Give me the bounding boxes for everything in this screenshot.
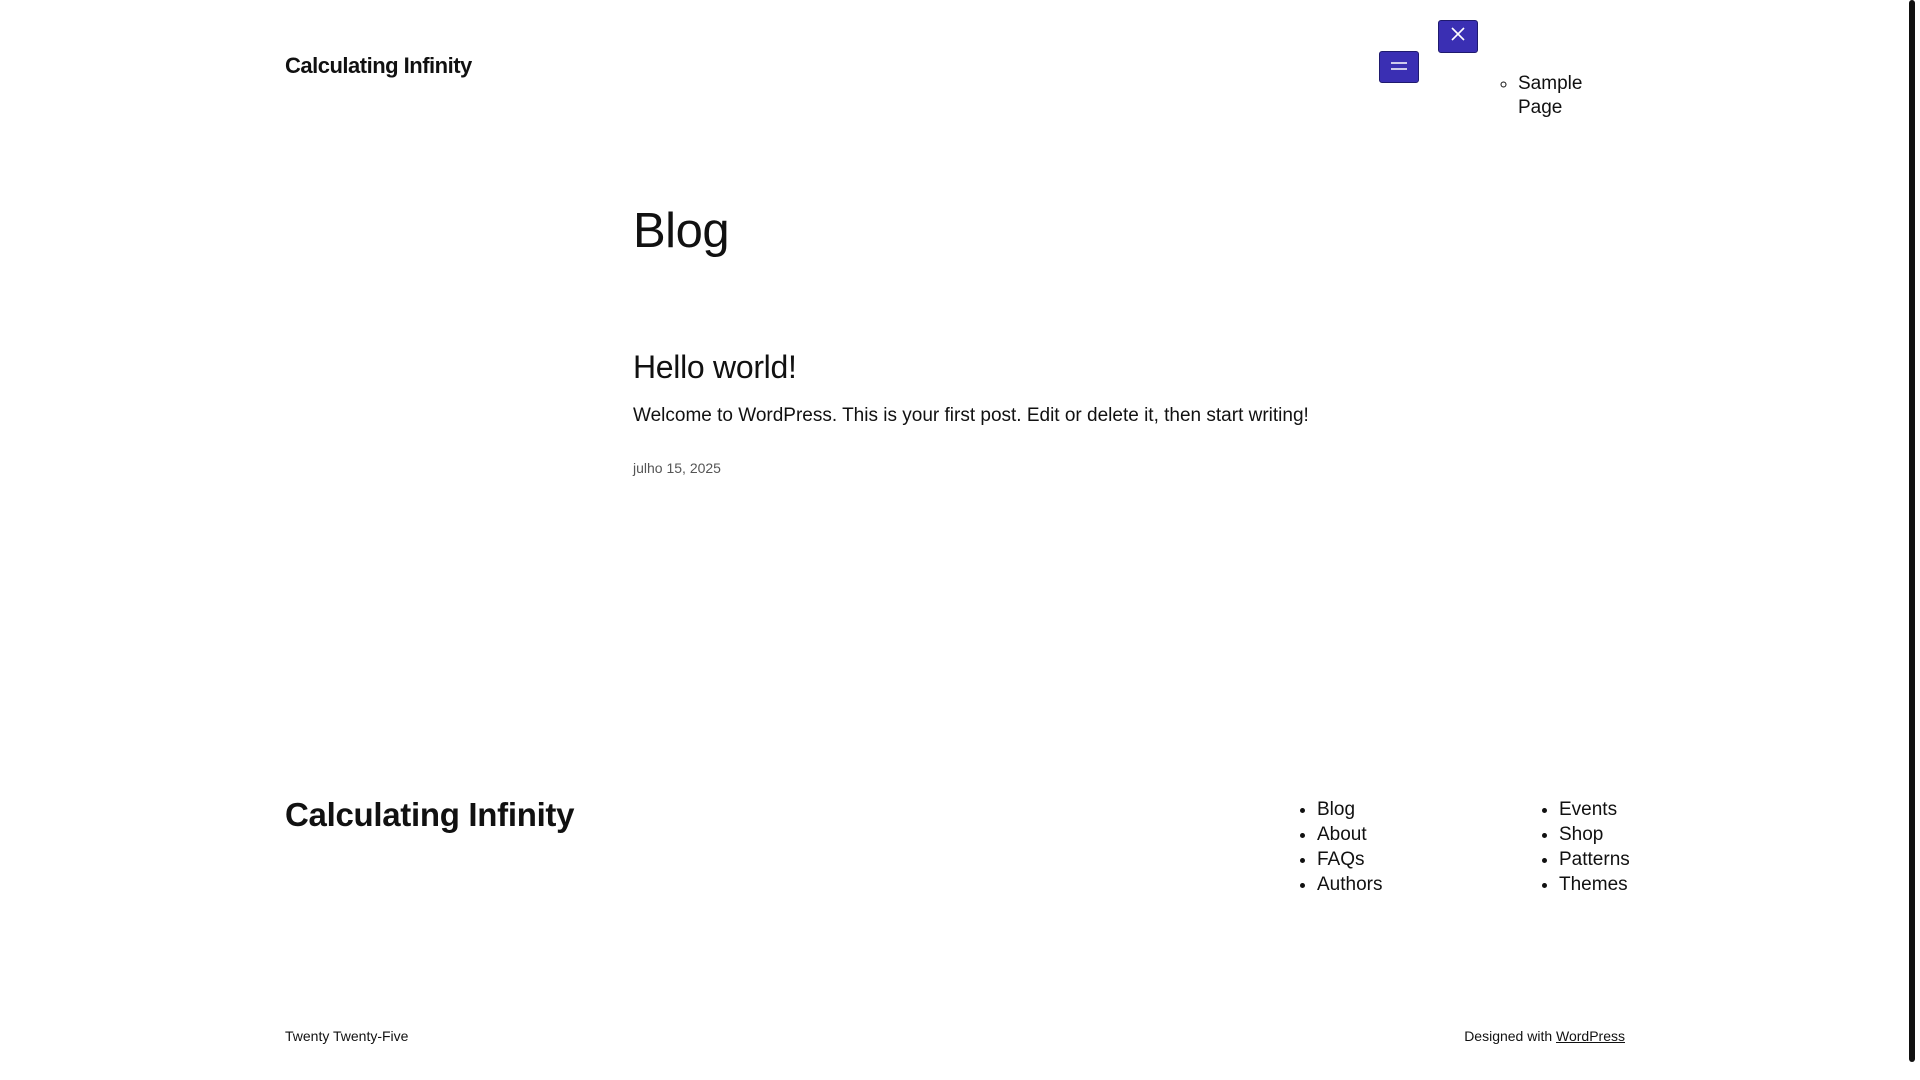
nav-link-sample-page[interactable]: Sample Page [1518, 73, 1582, 118]
hamburger-icon [1390, 58, 1408, 76]
footer-link-events[interactable]: Events [1559, 799, 1617, 820]
post-date[interactable]: julho 15, 2025 [633, 459, 721, 477]
footer-nav-item[interactable]: Authors [1317, 872, 1382, 897]
footer-nav-column-1: Blog About FAQs Authors [1298, 797, 1382, 897]
footer-nav-item[interactable]: Shop [1559, 822, 1630, 847]
scrollbar-thumb[interactable] [1909, 0, 1915, 1062]
post-title[interactable]: Hello world! [633, 348, 797, 386]
post-excerpt: Welcome to WordPress. This is your first… [633, 405, 1309, 426]
header-navigation: Sample Page [1500, 72, 1626, 120]
close-icon [1450, 26, 1466, 47]
vertical-scrollbar[interactable] [1904, 0, 1920, 1080]
footer-credit: Designed with WordPress [1464, 1027, 1625, 1045]
footer-nav-item[interactable]: About [1317, 822, 1382, 847]
footer-link-blog[interactable]: Blog [1317, 799, 1355, 820]
footer-nav-item[interactable]: Themes [1559, 872, 1630, 897]
footer-theme-name: Twenty Twenty-Five [285, 1028, 409, 1044]
footer-link-themes[interactable]: Themes [1559, 874, 1628, 895]
menu-open-button[interactable] [1379, 51, 1419, 83]
footer-credit-link[interactable]: WordPress [1556, 1028, 1625, 1044]
footer-nav-item[interactable]: Events [1559, 797, 1630, 822]
footer-link-shop[interactable]: Shop [1559, 824, 1603, 845]
footer-credit-prefix: Designed with [1464, 1028, 1553, 1044]
site-title[interactable]: Calculating Infinity [285, 53, 472, 79]
footer-link-patterns[interactable]: Patterns [1559, 849, 1630, 870]
page-title: Blog [633, 204, 730, 258]
header-nav-list: Sample Page [1500, 72, 1626, 120]
footer-nav-item[interactable]: Patterns [1559, 847, 1630, 872]
footer-link-about[interactable]: About [1317, 824, 1367, 845]
footer-nav-item[interactable]: Blog [1317, 797, 1382, 822]
footer-nav-item[interactable]: FAQs [1317, 847, 1382, 872]
footer-nav-column-2: Events Shop Patterns Themes [1540, 797, 1630, 897]
menu-close-button[interactable] [1438, 20, 1478, 53]
nav-item-sample-page[interactable]: Sample Page [1518, 72, 1626, 120]
footer-site-title[interactable]: Calculating Infinity [285, 795, 574, 835]
footer-link-faqs[interactable]: FAQs [1317, 849, 1365, 870]
footer-link-authors[interactable]: Authors [1317, 874, 1382, 895]
